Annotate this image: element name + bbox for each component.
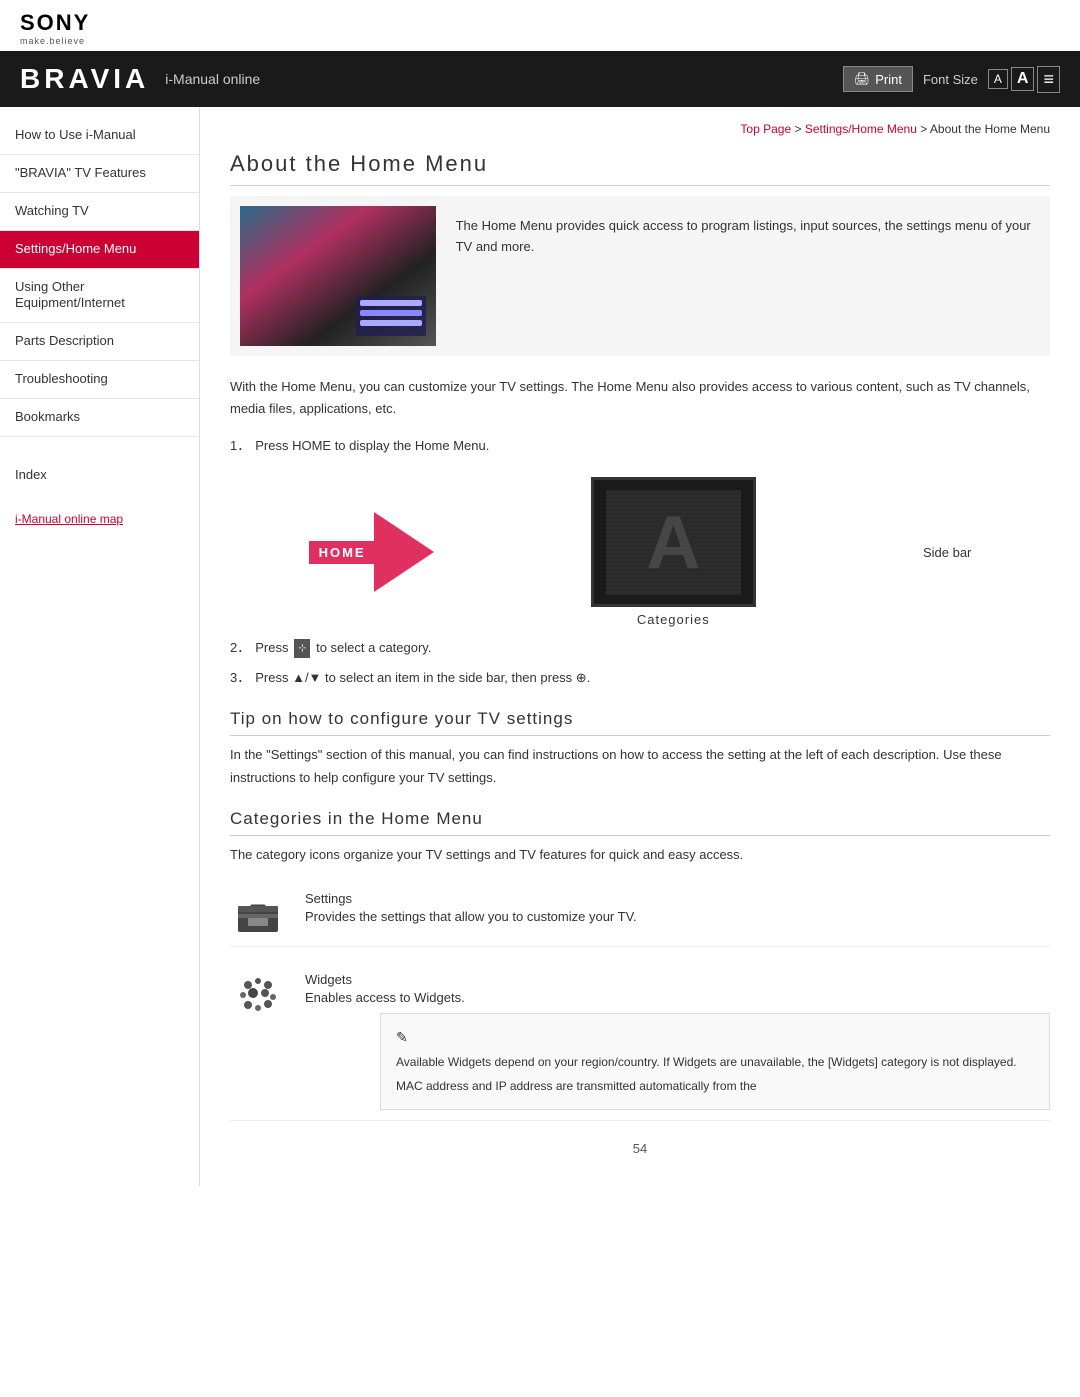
breadcrumb-sep2: >: [920, 122, 927, 136]
categories-intro: The category icons organize your TV sett…: [230, 844, 1050, 866]
step-3-text: Press ▲/▼ to select an item in the side …: [255, 667, 590, 689]
widgets-note-box: ✎ Available Widgets depend on your regio…: [380, 1013, 1050, 1110]
sidebar-item-settings-home-menu[interactable]: Settings/Home Menu: [0, 231, 199, 269]
header-subtitle: i-Manual online: [165, 71, 260, 87]
widgets-icon-container: [230, 972, 285, 1017]
sidebar-item-bookmarks[interactable]: Bookmarks: [0, 399, 199, 437]
step-2-num: 2．: [230, 637, 250, 659]
step-1: 1． Press HOME to display the Home Menu.: [230, 435, 1050, 457]
category-item-widgets: Widgets Enables access to Widgets. ✎ Ava…: [230, 962, 1050, 1121]
home-button-area: HOME: [309, 541, 376, 564]
sidebar-item-troubleshooting[interactable]: Troubleshooting: [0, 361, 199, 399]
breadcrumb: Top Page > Settings/Home Menu > About th…: [230, 122, 1050, 136]
sony-header-area: SONY make.believe: [0, 0, 1080, 51]
tip-heading: Tip on how to configure your TV settings: [230, 709, 1050, 736]
note-line-2: MAC address and IP address are transmitt…: [396, 1077, 1034, 1096]
sony-tagline: make.believe: [20, 36, 1060, 46]
sony-logo: SONY: [20, 10, 1060, 36]
print-icon: 🖨: [854, 71, 871, 87]
step-3: 3． Press ▲/▼ to select an item in the si…: [230, 667, 1050, 689]
settings-category-desc: Provides the settings that allow you to …: [305, 909, 1050, 924]
print-button[interactable]: 🖨 Print: [843, 66, 913, 92]
note-line-1: Available Widgets depend on your region/…: [396, 1053, 1034, 1072]
breadcrumb-top-page[interactable]: Top Page: [740, 122, 791, 136]
breadcrumb-sep1: >: [794, 122, 801, 136]
settings-category-icon: [233, 892, 283, 934]
main-layout: How to Use i-Manual "BRAVIA" TV Features…: [0, 107, 1080, 1186]
step-3-num: 3．: [230, 667, 250, 689]
step-2: 2． Press ⊹ to select a category.: [230, 637, 1050, 659]
content-area: Top Page > Settings/Home Menu > About th…: [200, 107, 1080, 1186]
arrow-diagram: HOME A Categories Side bar: [230, 477, 1050, 627]
diagram-right: A Categories: [591, 477, 756, 627]
tv-screen-inner: A: [606, 490, 741, 595]
home-arrow-group: HOME: [309, 512, 434, 592]
tip-text: In the "Settings" section of this manual…: [230, 744, 1050, 788]
home-label: HOME: [309, 541, 376, 564]
page-footer: 54: [230, 1141, 1050, 1156]
widgets-category-info: Widgets Enables access to Widgets. ✎ Ava…: [305, 972, 1050, 1110]
tv-screenshot: A: [591, 477, 756, 607]
arrow-right-icon: [374, 512, 434, 592]
breadcrumb-settings[interactable]: Settings/Home Menu: [805, 122, 917, 136]
pixel-noise: [606, 490, 741, 595]
print-label: Print: [875, 72, 902, 87]
step-1-text: Press HOME to display the Home Menu.: [255, 435, 489, 457]
arrow-container: [376, 512, 434, 592]
sidebar-item-watching-tv[interactable]: Watching TV: [0, 193, 199, 231]
sidebar-item-using-other[interactable]: Using Other Equipment/Internet: [0, 269, 199, 324]
font-size-controls: A A ≡: [988, 66, 1060, 93]
header-bar: BRAVIA i-Manual online 🖨 Print Font Size…: [0, 51, 1080, 107]
widgets-category-desc: Enables access to Widgets.: [305, 990, 1050, 1005]
settings-category-info: Settings Provides the settings that allo…: [305, 891, 1050, 924]
note-icon: ✎: [396, 1026, 1034, 1048]
header-left: BRAVIA i-Manual online: [20, 63, 260, 95]
widgets-category-name: Widgets: [305, 972, 1050, 987]
font-size-label: Font Size: [923, 72, 978, 87]
intro-text: The Home Menu provides quick access to p…: [456, 206, 1040, 346]
menu-bar-2: [360, 310, 422, 316]
sidebar-label-container: Side bar: [913, 545, 971, 560]
sidebar-item-how-to-use[interactable]: How to Use i-Manual: [0, 117, 199, 155]
settings-category-name: Settings: [305, 891, 1050, 906]
categories-heading: Categories in the Home Menu: [230, 809, 1050, 836]
home-menu-image: [240, 206, 436, 346]
menu-bar-1: [360, 300, 422, 306]
page-number: 54: [633, 1141, 647, 1156]
sidebar-map-link[interactable]: i-Manual online map: [0, 502, 199, 536]
intro-section: The Home Menu provides quick access to p…: [230, 196, 1050, 356]
bravia-logo: BRAVIA: [20, 63, 149, 95]
widgets-category-icon: [233, 973, 283, 1015]
settings-icon-container: [230, 891, 285, 936]
step-2-icon: ⊹: [294, 639, 310, 658]
sidebar-label: Side bar: [923, 545, 971, 560]
home-menu-image-overlay: [356, 296, 426, 336]
sidebar-item-bravia-features[interactable]: "BRAVIA" TV Features: [0, 155, 199, 193]
step-1-num: 1．: [230, 435, 250, 457]
sidebar: How to Use i-Manual "BRAVIA" TV Features…: [0, 107, 200, 1186]
step-2-text: Press ⊹ to select a category.: [255, 637, 431, 659]
page-title: About the Home Menu: [230, 151, 1050, 186]
categories-diagram-label: Categories: [637, 612, 710, 627]
font-lines-button[interactable]: ≡: [1037, 66, 1060, 93]
breadcrumb-current: About the Home Menu: [930, 122, 1050, 136]
body-text: With the Home Menu, you can customize yo…: [230, 376, 1050, 420]
font-size-large-button[interactable]: A: [1011, 67, 1035, 91]
sidebar-item-index[interactable]: Index: [0, 457, 199, 492]
sidebar-item-parts-description[interactable]: Parts Description: [0, 323, 199, 361]
category-item-settings: Settings Provides the settings that allo…: [230, 881, 1050, 947]
menu-bar-3: [360, 320, 422, 326]
font-size-small-button[interactable]: A: [988, 69, 1008, 89]
header-right: 🖨 Print Font Size A A ≡: [843, 66, 1060, 93]
